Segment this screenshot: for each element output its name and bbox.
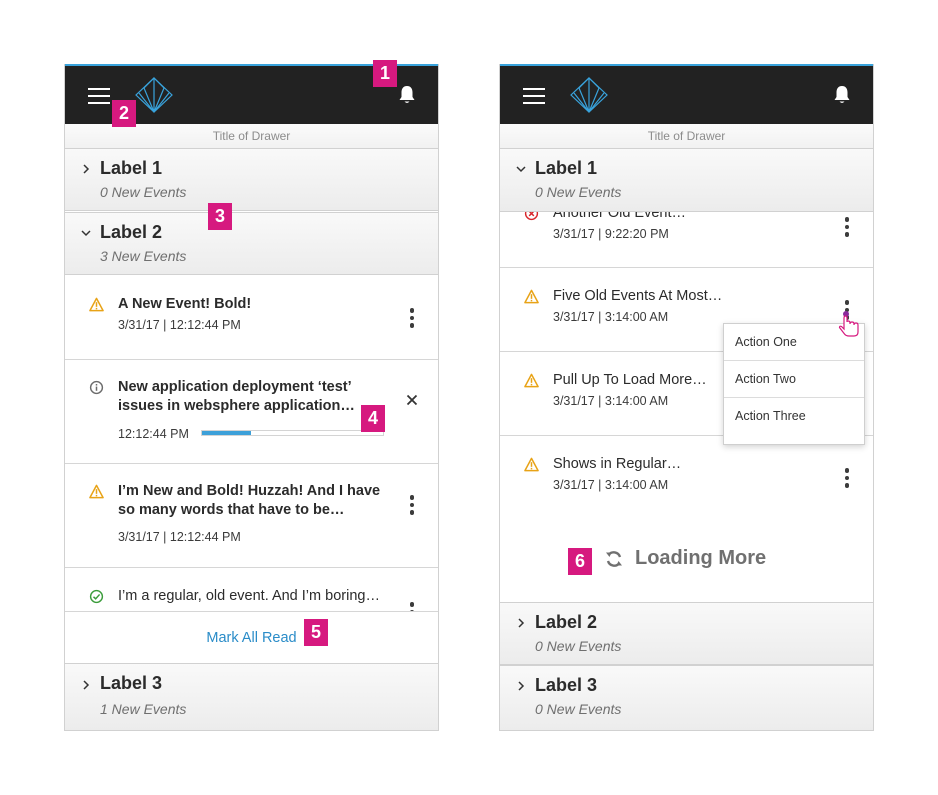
warning-icon [89,484,104,499]
group-label: Label 3 [100,673,163,693]
group-label-2[interactable]: Label 2 0 New Events [500,602,873,665]
event-item[interactable]: A New Event! Bold! 3/31/17 | 12:12:44 PM [65,276,438,360]
more-options-icon[interactable] [844,468,850,488]
loading-more-text: Loading More [635,547,767,569]
event-item[interactable]: Shows in Regular… 3/31/17 | 3:14:00 AM [500,436,873,520]
more-options-icon[interactable] [409,308,415,328]
chevron-right-icon [81,164,91,174]
warning-icon [89,297,104,312]
group-label: Label 1 [535,158,598,178]
group-new-events-count: 0 New Events [535,184,622,200]
event-time: 3/31/17 | 3:14:00 AM [553,478,669,492]
mark-all-read-link[interactable]: Mark All Read [65,611,438,664]
progress-fill [202,431,251,435]
drawer-title: Title of Drawer [500,124,873,148]
group-new-events-count: 1 New Events [100,701,187,717]
drawer-title: Title of Drawer [65,124,438,148]
menu-item-action-two[interactable]: Action Two [724,361,864,398]
event-title: I’m New and Bold! Huzzah! And I have so … [118,483,381,518]
refresh-icon [606,551,622,567]
app-header [500,64,873,124]
loading-more-indicator: Loading More [500,518,873,602]
event-item[interactable]: I’m New and Bold! Huzzah! And I have so … [65,464,438,568]
event-time: 3/31/17 | 12:12:44 PM [118,530,241,544]
group-label: Label 1 [100,158,163,178]
error-icon [524,212,539,221]
group-new-events-count: 0 New Events [535,701,622,717]
progress-bar [201,430,384,436]
event-time: 3/31/17 | 9:22:20 PM [553,227,669,241]
pointer-hand-icon [838,311,859,337]
chevron-down-icon [81,228,91,238]
menu-item-action-three[interactable]: Action Three [724,398,864,434]
callout-marker: 1 [373,60,397,87]
hamburger-menu-icon[interactable] [88,88,110,104]
hamburger-menu-icon[interactable] [523,88,545,104]
left-drawer-panel: Title of Drawer Label 1 0 New Events Lab… [64,64,439,731]
group-new-events-count: 0 New Events [535,638,622,654]
more-options-icon[interactable] [844,217,850,237]
event-title: Five Old Events At Most… [553,288,723,304]
logo-icon [134,76,174,114]
event-title: New application deployment ‘test’ issues… [118,379,355,414]
bell-icon[interactable] [832,84,852,106]
event-title: Shows in Regular… [553,456,682,472]
callout-marker: 2 [112,100,136,127]
event-time: 3/31/17 | 3:14:00 AM [553,310,669,324]
group-label-3[interactable]: Label 3 1 New Events [65,663,438,730]
right-drawer-panel: Title of Drawer Another Old Event… 3/31/… [499,64,874,731]
logo-icon [569,76,609,114]
event-item[interactable]: Another Old Event… 3/31/17 | 9:22:20 PM [500,212,873,268]
chevron-right-icon [81,680,91,690]
success-icon [89,589,104,604]
callout-marker: 5 [304,619,328,646]
chevron-right-icon [516,618,526,628]
info-icon [89,380,104,395]
warning-icon [524,289,539,304]
chevron-down-icon [516,164,526,174]
bell-icon[interactable] [397,84,417,106]
group-label-1[interactable]: Label 1 0 New Events [500,148,873,212]
group-label: Label 2 [100,222,163,242]
callout-marker: 6 [568,548,592,575]
group-new-events-count: 3 New Events [100,248,187,264]
event-title: A New Event! Bold! [118,296,252,312]
group-label-2[interactable]: Label 2 3 New Events [65,212,438,275]
group-new-events-count: 0 New Events [100,184,187,200]
close-icon[interactable] [406,394,418,406]
group-label-1[interactable]: Label 1 0 New Events [65,148,438,211]
warning-icon [524,373,539,388]
chevron-right-icon [516,681,526,691]
group-label: Label 2 [535,612,598,632]
actions-dropdown-menu: Action One Action Two Action Three [723,323,865,445]
event-time: 3/31/17 | 12:12:44 PM [118,318,241,332]
event-time: 3/31/17 | 3:14:00 AM [553,394,669,408]
warning-icon [524,457,539,472]
event-title: Another Old Event… [553,212,686,221]
event-time: 12:12:44 PM [118,427,189,441]
event-title: I’m a regular, old event. And I’m boring… [118,588,378,604]
group-label: Label 3 [535,675,598,695]
callout-marker: 4 [361,405,385,432]
callout-marker: 3 [208,203,232,230]
more-options-icon[interactable] [409,495,415,515]
group-label-3[interactable]: Label 3 0 New Events [500,665,873,730]
